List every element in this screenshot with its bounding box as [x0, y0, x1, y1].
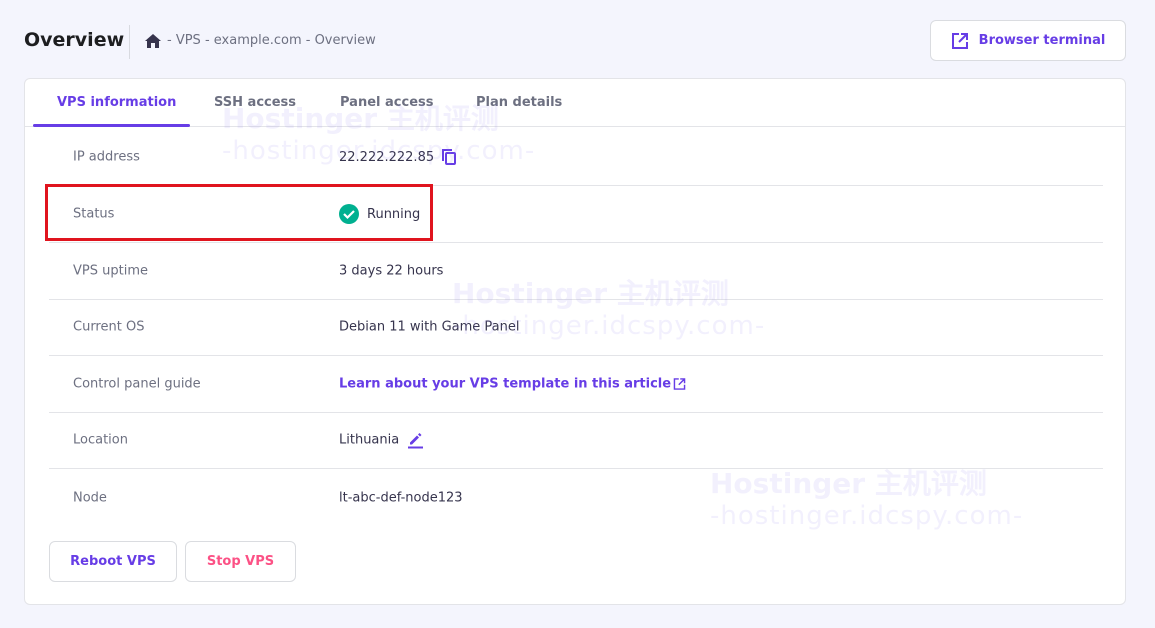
home-icon[interactable] [145, 33, 161, 48]
breadcrumb-text: - VPS - example.com - Overview [167, 33, 376, 48]
tab-plan-details[interactable]: Plan details [476, 95, 562, 110]
location-value: Lithuania [339, 432, 400, 448]
row-current-os: Current OS Debian 11 with Game Panel [49, 299, 1103, 356]
browser-terminal-button[interactable]: Browser terminal [930, 20, 1126, 61]
row-label: Control panel guide [73, 376, 201, 392]
active-tab-indicator [33, 124, 190, 127]
vps-info-card: VPS information SSH access Panel access … [24, 78, 1126, 605]
status-highlight-box [45, 184, 433, 241]
tab-vps-information[interactable]: VPS information [57, 95, 176, 110]
edit-icon[interactable] [407, 432, 424, 449]
row-label: IP address [73, 149, 140, 165]
row-location: Location Lithuania [49, 412, 1103, 469]
breadcrumb: - VPS - example.com - Overview [145, 33, 376, 48]
guide-link[interactable]: Learn about your VPS template in this ar… [339, 377, 686, 392]
divider [129, 25, 130, 59]
tab-panel-access[interactable]: Panel access [340, 95, 433, 110]
reboot-vps-button[interactable]: Reboot VPS [49, 541, 177, 582]
row-node: Node lt-abc-def-node123 [49, 469, 1103, 526]
page-title: Overview [24, 29, 125, 51]
os-value: Debian 11 with Game Panel [339, 319, 520, 335]
node-value: lt-abc-def-node123 [339, 490, 463, 505]
uptime-value: 3 days 22 hours [339, 263, 444, 279]
external-link-icon [951, 32, 968, 49]
browser-terminal-label: Browser terminal [978, 33, 1106, 48]
guide-link-text[interactable]: Learn about your VPS template in this ar… [339, 377, 671, 392]
row-label: Location [73, 432, 128, 448]
row-control-panel-guide: Control panel guide Learn about your VPS… [49, 356, 1103, 413]
row-ip-address: IP address 22.222.222.85 [49, 129, 1103, 186]
row-uptime: VPS uptime 3 days 22 hours [49, 243, 1103, 300]
tab-bar: VPS information SSH access Panel access … [25, 79, 1125, 127]
copy-icon[interactable] [442, 149, 457, 165]
row-label: Node [73, 490, 107, 505]
row-label: Current OS [73, 319, 145, 335]
tab-ssh-access[interactable]: SSH access [214, 95, 296, 110]
row-label: VPS uptime [73, 263, 148, 279]
stop-vps-button[interactable]: Stop VPS [185, 541, 296, 582]
external-link-icon [673, 378, 686, 390]
ip-value: 22.222.222.85 [339, 149, 435, 165]
